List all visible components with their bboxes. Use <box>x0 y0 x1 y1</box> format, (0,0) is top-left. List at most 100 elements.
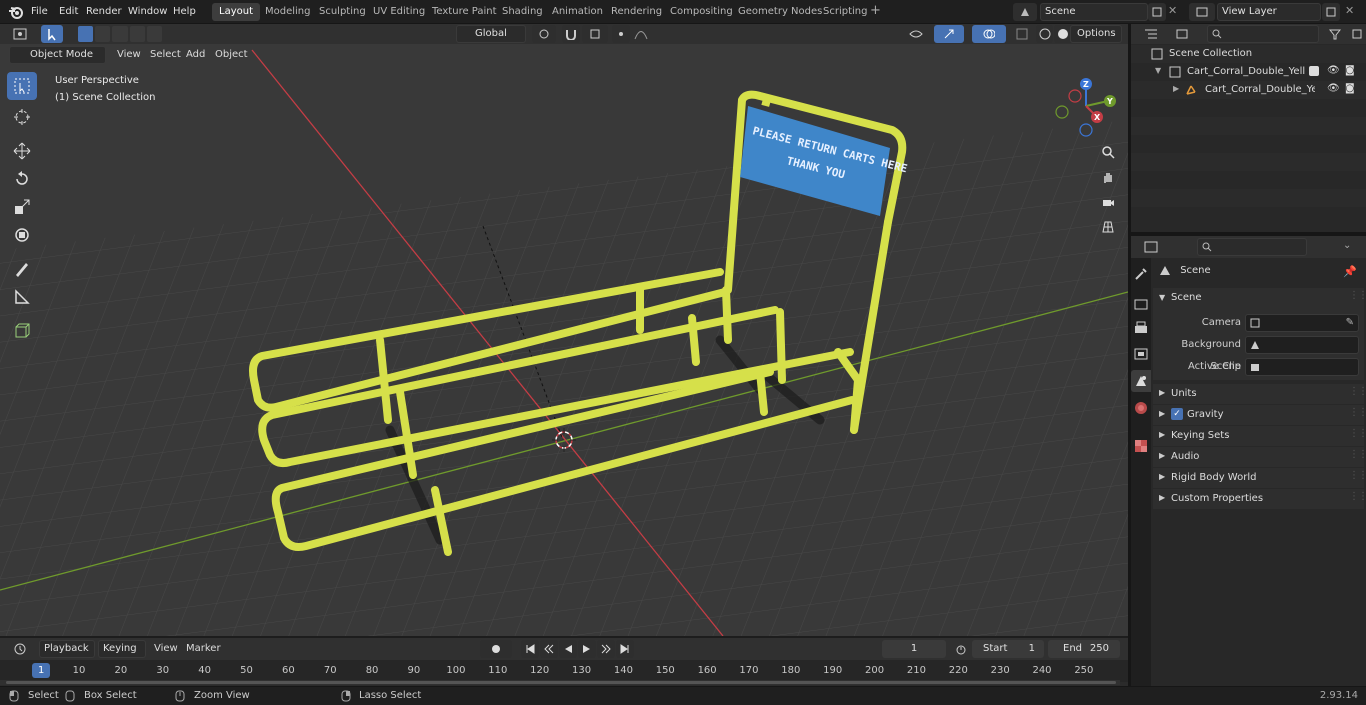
filter-icon[interactable] <box>1323 25 1347 43</box>
timeline-view-menu[interactable]: View <box>150 641 182 657</box>
outliner-search-input[interactable] <box>1207 25 1319 43</box>
outliner-editor-type-icon[interactable] <box>1137 25 1165 43</box>
tab-modeling[interactable]: Modeling <box>258 3 318 21</box>
menu-window[interactable]: Window <box>128 4 167 20</box>
select-tool-icon[interactable] <box>41 25 63 43</box>
new-view-layer-icon[interactable] <box>1322 3 1340 21</box>
drag-handle-icon[interactable]: ⋮⋮ <box>1349 428 1366 439</box>
tab-geometry-nodes[interactable]: Geometry Nodes <box>731 3 829 21</box>
outliner-row-object[interactable]: ▼ Cart_Corral_Double_Yellow_0 👁 ◙ <box>1131 63 1366 81</box>
tab-compositing[interactable]: Compositing <box>663 3 740 21</box>
menu-add[interactable]: Add <box>182 47 209 63</box>
scene-panel-header[interactable]: ▼ Scene ⋮⋮ <box>1153 288 1366 310</box>
custom-properties-panel-header[interactable]: ▶ Custom Properties ⋮⋮ <box>1153 489 1366 509</box>
remove-view-layer-icon[interactable]: ✕ <box>1345 4 1354 17</box>
jump-end-icon[interactable] <box>616 640 634 658</box>
menu-edit[interactable]: Edit <box>59 4 78 20</box>
xray-toggle-icon[interactable] <box>1013 25 1031 43</box>
eyedropper-icon[interactable]: ✎ <box>1346 315 1354 331</box>
zoom-icon[interactable] <box>1097 141 1119 163</box>
record-icon[interactable] <box>480 640 512 658</box>
texture-tab-icon[interactable] <box>1133 438 1149 454</box>
view-layer-icon[interactable] <box>1189 3 1215 21</box>
measure-tool-icon[interactable] <box>7 283 37 311</box>
active-clip-field[interactable] <box>1245 358 1359 376</box>
keying-sets-panel-header[interactable]: ▶ Keying Sets ⋮⋮ <box>1153 426 1366 446</box>
solid-shading-icon[interactable] <box>1054 25 1072 43</box>
render-tab-icon[interactable] <box>1133 296 1149 312</box>
tool-settings-tab-icon[interactable] <box>1133 266 1149 282</box>
drag-handle-icon[interactable]: ⋮⋮ <box>1349 386 1366 397</box>
scale-tool-icon[interactable] <box>7 193 37 221</box>
select-box-tool-icon[interactable] <box>7 72 37 100</box>
menu-object[interactable]: Object <box>211 47 252 63</box>
blender-logo-icon[interactable] <box>8 4 24 20</box>
play-icon[interactable] <box>578 640 596 658</box>
select-intersect-icon[interactable] <box>146 26 163 42</box>
tab-texture-paint[interactable]: Texture Paint <box>425 3 504 21</box>
prev-keyframe-icon[interactable] <box>540 640 558 658</box>
properties-editor-type-icon[interactable] <box>1137 238 1165 256</box>
start-frame-field[interactable]: Start 1 <box>972 640 1044 658</box>
outliner-row-child[interactable]: ▶ Cart_Corral_Double_Yellc 👁 ◙ <box>1131 81 1366 99</box>
gravity-panel-header[interactable]: ▶ ✓ Gravity ⋮⋮ <box>1153 405 1366 425</box>
menu-render[interactable]: Render <box>86 4 122 20</box>
proportional-editing-icon[interactable] <box>612 25 630 43</box>
properties-search-input[interactable] <box>1197 238 1307 256</box>
pin-icon[interactable]: 📌 <box>1343 265 1357 278</box>
scene-tab-icon[interactable] <box>1131 370 1151 392</box>
expand-down-icon[interactable]: ▼ <box>1155 66 1161 75</box>
snap-icon[interactable] <box>562 25 580 43</box>
editor-type-icon[interactable] <box>6 25 34 43</box>
move-tool-icon[interactable] <box>7 137 37 165</box>
select-invert-icon[interactable] <box>129 26 145 42</box>
child-eye-icon[interactable]: 👁 <box>1327 83 1340 94</box>
drag-handle-icon[interactable]: ⋮⋮ <box>1349 407 1366 418</box>
tab-animation[interactable]: Animation <box>545 3 610 21</box>
expand-right-icon[interactable]: ▶ <box>1173 84 1179 93</box>
ortho-grid-icon[interactable] <box>1097 216 1119 238</box>
falloff-icon[interactable] <box>632 25 650 43</box>
camera-view-icon[interactable] <box>1097 191 1119 213</box>
menu-select[interactable]: Select <box>146 47 185 63</box>
view-layer-tab-icon[interactable] <box>1133 346 1149 362</box>
rigid-body-panel-header[interactable]: ▶ Rigid Body World ⋮⋮ <box>1153 468 1366 488</box>
drag-handle-icon[interactable]: ⋮⋮ <box>1349 470 1366 481</box>
options-dropdown[interactable]: Options <box>1070 25 1122 43</box>
stopwatch-icon[interactable] <box>952 640 970 658</box>
timeline-marker-menu[interactable]: Marker <box>182 641 225 657</box>
transform-tool-icon[interactable] <box>7 221 37 249</box>
play-reverse-icon[interactable] <box>559 640 577 658</box>
world-tab-icon[interactable] <box>1133 400 1149 416</box>
select-subtract-icon[interactable] <box>112 26 128 42</box>
audio-panel-header[interactable]: ▶ Audio ⋮⋮ <box>1153 447 1366 467</box>
3d-viewport[interactable]: PLEASE RETURN CARTS HERE THANK YOU Z Y X… <box>0 44 1128 636</box>
jump-start-icon[interactable] <box>521 640 539 658</box>
playback-dropdown[interactable]: Playback <box>39 640 95 658</box>
child-camera-icon[interactable]: ◙ <box>1345 83 1355 94</box>
view-layer-field[interactable]: View Layer <box>1217 3 1321 21</box>
scene-selector-icon[interactable] <box>1013 3 1037 21</box>
units-panel-header[interactable]: ▶ Units ⋮⋮ <box>1153 384 1366 404</box>
gravity-checkbox[interactable]: ✓ <box>1171 408 1183 420</box>
end-frame-field[interactable]: End 250 <box>1048 640 1120 658</box>
tab-rendering[interactable]: Rendering <box>604 3 669 21</box>
camera-field[interactable]: ✎ <box>1245 314 1359 332</box>
eye-visibility-icon[interactable]: 👁 <box>1327 65 1340 76</box>
menu-help[interactable]: Help <box>173 4 196 20</box>
new-scene-icon[interactable] <box>1148 3 1166 21</box>
overlays-toggle-icon[interactable] <box>972 25 1006 43</box>
select-new-icon[interactable] <box>78 26 94 42</box>
visibility-filter-icon[interactable] <box>903 25 929 43</box>
scrollbar-thumb[interactable] <box>6 681 1116 684</box>
display-mode-icon[interactable] <box>1169 25 1195 43</box>
tab-sculpting[interactable]: Sculpting <box>312 3 373 21</box>
annotate-tool-icon[interactable] <box>7 255 37 283</box>
drag-handle-icon[interactable]: ⋮⋮ <box>1349 491 1366 502</box>
wireframe-shading-icon[interactable] <box>1036 25 1054 43</box>
tab-layout[interactable]: Layout <box>212 3 260 21</box>
scene-name-field[interactable]: Scene <box>1040 3 1148 21</box>
include-checkbox[interactable] <box>1309 66 1319 76</box>
current-frame-field[interactable]: 1 <box>882 640 946 658</box>
cursor-tool-icon[interactable] <box>7 103 37 131</box>
